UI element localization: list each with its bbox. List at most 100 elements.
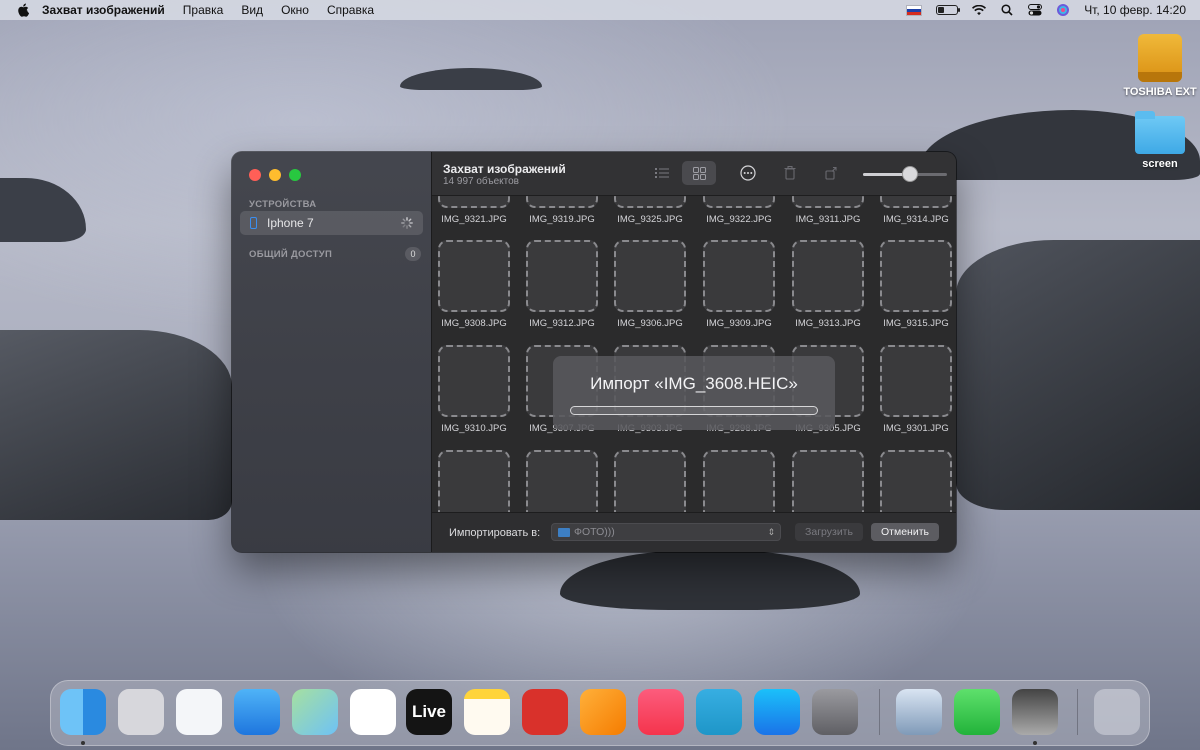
- desktop-drive[interactable]: TOSHIBA EXT: [1115, 34, 1200, 98]
- mail-icon[interactable]: [234, 689, 280, 735]
- import-progress-bar: [570, 406, 818, 415]
- loading-spinner-icon: [401, 217, 413, 229]
- notes-icon[interactable]: [464, 689, 510, 735]
- photo-placeholder: [703, 196, 775, 208]
- photo-thumbnail[interactable]: IMG_9310.JPG: [436, 345, 512, 434]
- grid-view-button[interactable]: [682, 161, 716, 185]
- photo-filename: IMG_9308.JPG: [441, 318, 507, 329]
- photo-filename: IMG_9322.JPG: [706, 214, 772, 225]
- photo-thumbnail[interactable]: [524, 450, 600, 512]
- running-indicator: [81, 741, 85, 745]
- zoom-button[interactable]: [289, 169, 301, 181]
- menu-window[interactable]: Окно: [281, 3, 309, 17]
- preview-icon[interactable]: [896, 689, 942, 735]
- photo-thumbnail[interactable]: [790, 450, 866, 512]
- finder-icon[interactable]: [60, 689, 106, 735]
- system-preferences-icon[interactable]: [812, 689, 858, 735]
- sidebar-item-device[interactable]: Iphone 7: [240, 211, 423, 235]
- app-store-icon[interactable]: [754, 689, 800, 735]
- photo-thumbnail[interactable]: [701, 450, 777, 512]
- siri-icon[interactable]: [1056, 3, 1070, 17]
- facetime-icon[interactable]: [954, 689, 1000, 735]
- photo-thumbnail[interactable]: IMG_9306.JPG: [612, 240, 688, 329]
- photo-filename: IMG_9312.JPG: [529, 318, 595, 329]
- desktop-folder[interactable]: screen: [1115, 111, 1200, 170]
- image-capture-icon[interactable]: [1012, 689, 1058, 735]
- more-options-button[interactable]: [736, 161, 760, 185]
- import-to-label: Импортировать в:: [449, 527, 541, 539]
- photo-filename: IMG_9311.JPG: [795, 214, 861, 225]
- photo-thumbnail[interactable]: IMG_9321.JPG: [436, 196, 512, 225]
- trash-icon[interactable]: [1094, 689, 1140, 735]
- apple-menu-icon[interactable]: [16, 3, 30, 17]
- input-source-flag-icon[interactable]: [906, 4, 923, 16]
- photo-placeholder: [438, 450, 510, 512]
- list-icon: [655, 168, 669, 178]
- photo-placeholder: [438, 345, 510, 417]
- window-title: Захват изображений: [443, 162, 566, 176]
- thumbnail-size-slider[interactable]: [863, 166, 947, 182]
- photos-icon[interactable]: [350, 689, 396, 735]
- bottom-bar: Импортировать в: ФОТО))) ⇕ Загрузить Отм…: [432, 512, 956, 552]
- photo-thumbnail[interactable]: [878, 450, 954, 512]
- minimize-button[interactable]: [269, 169, 281, 181]
- photo-thumbnail[interactable]: IMG_9325.JPG: [612, 196, 688, 225]
- launchpad-icon[interactable]: [118, 689, 164, 735]
- photo-filename: IMG_9315.JPG: [883, 318, 949, 329]
- delete-button[interactable]: [778, 161, 802, 185]
- wifi-icon[interactable]: [972, 3, 987, 17]
- photo-thumbnail[interactable]: IMG_9309.JPG: [701, 240, 777, 329]
- list-view-button[interactable]: [648, 161, 676, 185]
- photo-thumbnail[interactable]: IMG_9312.JPG: [524, 240, 600, 329]
- photo-placeholder: [880, 240, 952, 312]
- app-menu[interactable]: Захват изображений: [42, 3, 165, 17]
- telegram-icon[interactable]: [696, 689, 742, 735]
- photo-thumbnail[interactable]: [612, 450, 688, 512]
- photo-placeholder: [526, 240, 598, 312]
- photo-filename: IMG_9313.JPG: [795, 318, 861, 329]
- photo-placeholder: [526, 196, 598, 208]
- shared-header: ОБЩИЙ ДОСТУП: [249, 249, 333, 260]
- photo-thumbnail[interactable]: IMG_9301.JPG: [878, 345, 954, 434]
- photo-thumbnail[interactable]: IMG_9319.JPG: [524, 196, 600, 225]
- live-label: Live: [411, 702, 447, 721]
- control-center-icon[interactable]: [1028, 3, 1043, 17]
- import-button[interactable]: Загрузить: [795, 523, 863, 541]
- battery-icon[interactable]: [936, 5, 961, 15]
- menu-view[interactable]: Вид: [241, 3, 263, 17]
- photo-booth-icon[interactable]: [522, 689, 568, 735]
- photo-thumbnail[interactable]: IMG_9313.JPG: [790, 240, 866, 329]
- external-drive-icon: [1138, 34, 1182, 82]
- slider-knob[interactable]: [902, 166, 919, 182]
- photo-placeholder: [880, 196, 952, 208]
- photo-placeholder: [792, 196, 864, 208]
- photo-thumbnail[interactable]: IMG_9311.JPG: [790, 196, 866, 225]
- photo-filename: IMG_9325.JPG: [617, 214, 683, 225]
- photo-filename: IMG_9306.JPG: [617, 318, 683, 329]
- photo-thumbnail[interactable]: IMG_9314.JPG: [878, 196, 954, 225]
- photo-grid[interactable]: IMG_9321.JPG IMG_9319.JPG IMG_9325.JPG IMG_…: [432, 196, 956, 512]
- spotlight-search-icon[interactable]: [1000, 3, 1014, 17]
- item-count: 14 997 объектов: [443, 176, 519, 187]
- photo-thumbnail[interactable]: IMG_9322.JPG: [701, 196, 777, 225]
- menu-help[interactable]: Справка: [327, 3, 374, 17]
- menu-edit[interactable]: Правка: [183, 3, 224, 17]
- photo-thumbnail[interactable]: IMG_9308.JPG: [436, 240, 512, 329]
- safari-icon[interactable]: [176, 689, 222, 735]
- rotate-button[interactable]: [820, 161, 844, 185]
- photo-thumbnail[interactable]: [436, 450, 512, 512]
- folder-icon: [1135, 111, 1185, 154]
- import-progress-title: Импорт «IMG_3608.HEIC»: [590, 374, 798, 393]
- photo-placeholder: [438, 240, 510, 312]
- photo-thumbnail[interactable]: IMG_9315.JPG: [878, 240, 954, 329]
- cancel-button[interactable]: Отменить: [871, 523, 939, 541]
- photo-placeholder: [792, 450, 864, 512]
- clock[interactable]: Чт, 10 февр. 14:20: [1084, 3, 1186, 17]
- ableton-live-icon[interactable]: Live: [406, 689, 452, 735]
- image-capture-window: УСТРОЙСТВА Iphone 7 ОБЩИЙ ДОСТУП 0 Захва…: [232, 152, 956, 552]
- music-icon[interactable]: [638, 689, 684, 735]
- import-destination-select[interactable]: ФОТО))) ⇕: [551, 523, 781, 541]
- close-button[interactable]: [249, 169, 261, 181]
- maps-icon[interactable]: [292, 689, 338, 735]
- pages-icon[interactable]: [580, 689, 626, 735]
